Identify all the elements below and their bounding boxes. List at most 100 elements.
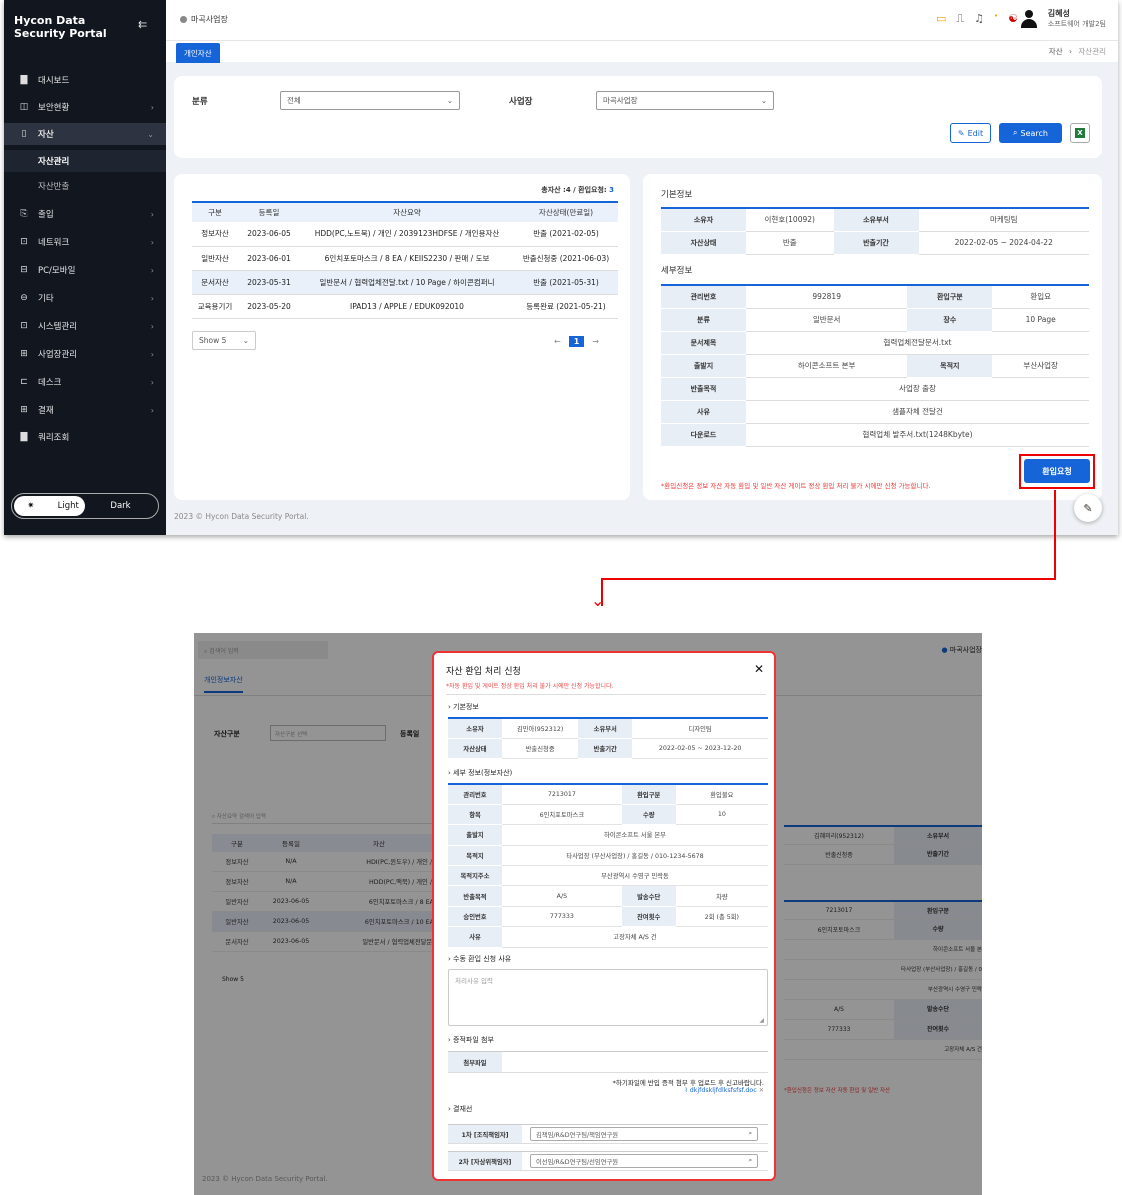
sidebar-item-label: 결재 (38, 406, 54, 416)
edit-button[interactable]: ✎ Edit (950, 123, 991, 143)
search-button[interactable]: ⌕ Search (999, 123, 1062, 143)
footer: 2023 © Hycon Data Security Portal. (174, 512, 309, 521)
sidebar-item-etc[interactable]: ⊖ 기타 › (4, 287, 166, 309)
chevron-right-icon: › (150, 321, 154, 331)
dot-icon: • (993, 12, 999, 20)
modal-basic-table: 소유자 김민아(952312) 소유부서 디자인팀 자산상태 반출신청중 반출기간 2022… (448, 717, 768, 760)
table-row[interactable]: 정보자산 2023-06-05 HDD(PC,노트북) / 개인 / 2039123… (192, 222, 618, 247)
sidebar-item-label: 네트워크 (38, 238, 70, 248)
user-profile[interactable]: 김혜성 소프트웨어 개발2팀 (1020, 8, 1106, 29)
location-dot-icon (180, 16, 187, 23)
search-icon[interactable]: ⌕ (748, 1130, 752, 1138)
sun-icon: ✷ (27, 501, 35, 511)
sidebar-item-dashboard[interactable]: ▇ 대시보드 (4, 69, 166, 91)
sidebar: Hycon Data Security Portal ⇇ ▇ 대시보드 ◫ 보안현황… (4, 0, 166, 535)
sidebar-item-label: 사업장관리 (38, 350, 78, 360)
chevron-right-icon: › (150, 209, 154, 219)
basic-info-title: 기본정보 (661, 190, 693, 200)
sidebar-sub-asset-export[interactable]: 자산반출 (4, 175, 166, 197)
file-notice: *하기파일에 반입 증적 첨부 후 업로드 후 신고바랍니다. (612, 1079, 764, 1087)
sidebar-item-label: 자산 (38, 130, 54, 140)
reason-textarea[interactable]: 처리사유 입력 ◢ (448, 969, 768, 1026)
sidebar-item-pc-mobile[interactable]: ⊟ PC/모바일 › (4, 259, 166, 281)
sidebar-item-query[interactable]: ▇ 쿼리조회 (4, 426, 166, 448)
file-drop-area[interactable] (502, 1052, 768, 1072)
next-page-icon[interactable]: → (592, 337, 599, 346)
site-indicator[interactable]: 마곡사업장 (180, 14, 228, 25)
sidebar-item-desk[interactable]: ⊏ 데스크 › (4, 371, 166, 393)
theme-toggle[interactable]: ✷ Light Dark (11, 493, 159, 519)
header-icons: ▭ ⎍ ♫ • ☯ (936, 12, 1018, 26)
approver-row-2: 2차 [자상위책임자] 이선임/R&D연구팀/선임연구원 ⌕ (448, 1151, 768, 1171)
theme-dark-option[interactable]: Dark (85, 496, 156, 516)
chevron-right-icon: › (150, 405, 154, 415)
sidebar-item-label: 보안현황 (38, 103, 70, 113)
basic-info-table: 소유자 이현호(10092) 소유부서 마케팅팀 자산상태 반출 반출기간 2022-02-… (661, 207, 1089, 255)
sidebar-item-label: 쿼리조회 (38, 433, 70, 443)
connector-line (1054, 490, 1056, 580)
modal-title: 자산 환입 처리 신청 (446, 667, 521, 677)
prev-page-icon[interactable]: ← (554, 337, 561, 346)
excel-export-button[interactable]: X (1070, 123, 1090, 143)
sidebar-item-asset[interactable]: ▯ 자산 ⌄ (4, 123, 166, 145)
section-approval-line: › 결재선 (448, 1105, 473, 1113)
page-number[interactable]: 1 (568, 336, 585, 347)
monitor-icon[interactable]: ▭ (936, 12, 946, 26)
collapse-menu-icon[interactable]: ⇇ (138, 18, 147, 31)
asset-icon: ▯ (21, 129, 27, 139)
asset-table: 구분 등록일 자산요약 자산상태(만료일) 정보자산 2023-06-05 HDD(… (192, 201, 618, 319)
connector-line (601, 578, 1056, 580)
sidebar-item-site[interactable]: ⊞ 사업장관리 › (4, 343, 166, 365)
modal-subtitle: *자동 환입 및 게이트 정상 환입 처리 불가 시에만 신청 가능합니다. (446, 683, 614, 690)
section-basic-info: › 기본정보 (448, 703, 479, 711)
sidebar-item-approval[interactable]: ⊞ 결재 › (4, 399, 166, 421)
search-icon[interactable]: ⌕ (748, 1157, 752, 1165)
desk-icon: ⊏ (20, 377, 28, 387)
sidebar-sub-asset-manage[interactable]: 자산관리 (4, 150, 166, 172)
sidebar-item-label: 대시보드 (38, 76, 70, 86)
modal-detail-table: 관리번호 7213017 환입구분 환입불요 항목 6인치포토마스크 수량 10 출발지 하이… (448, 783, 768, 948)
sidebar-item-network[interactable]: ⊡ 네트워크 › (4, 231, 166, 253)
query-icon: ▇ (20, 432, 28, 442)
download-link[interactable]: 협력업체 발주서.txt(1248Kbyte) (746, 423, 1089, 447)
sidebar-item-label: 출입 (38, 210, 54, 220)
section-detail-info: › 세부 정보(정보자산) (448, 769, 513, 777)
detail-info-title: 세부정보 (661, 266, 693, 276)
category-label: 분류 (192, 97, 208, 107)
category-select[interactable]: 전체 ⌄ (280, 91, 460, 110)
theme-light-option[interactable]: ✷ Light (14, 496, 85, 516)
table-row-selected[interactable]: 문서자산 2023-05-31 일반문서 / 협력업체전달.txt / 10 Pag… (192, 270, 618, 295)
dashboard-icon: ▇ (20, 75, 28, 85)
chevron-right-icon: › (150, 349, 154, 359)
resize-handle-icon[interactable]: ◢ (759, 1017, 764, 1024)
sidebar-item-label: 시스템관리 (38, 322, 78, 332)
breadcrumb: 자산 › 자산관리 (1048, 47, 1106, 56)
approver-1-field[interactable]: 김책임/R&D연구팀/책임연구원 ⌕ (530, 1127, 758, 1141)
approver-2-field[interactable]: 이선임/R&D연구팀/선임연구원 ⌕ (530, 1154, 758, 1168)
tab-personal-asset[interactable]: 개인자산 (176, 43, 220, 63)
asset-summary: 총자산 :4 / 환입요청: 3 (541, 186, 614, 194)
sidebar-item-access[interactable]: ⎘ 출입 › (4, 203, 166, 225)
bell-icon[interactable]: ♫ (974, 12, 984, 26)
sidebar-item-system[interactable]: ⊡ 시스템관리 › (4, 315, 166, 337)
table-header: 구분 등록일 자산요약 자산상태(만료일) (192, 201, 618, 222)
attached-file[interactable]: ⌇ dkjfdskljfdlksfsfsf.doc ✕ (685, 1087, 764, 1094)
floating-edit-button[interactable]: ✎ (1074, 494, 1102, 522)
excel-icon: X (1075, 128, 1085, 138)
sidebar-item-label: 데스크 (38, 378, 62, 388)
etc-icon: ⊖ (20, 293, 28, 303)
close-icon[interactable]: ✕ (754, 662, 764, 676)
brand-logo: Hycon Data Security Portal (14, 14, 107, 40)
korea-flag-icon[interactable]: ☯ (1008, 12, 1018, 26)
calendar-icon[interactable]: ⎍ (956, 12, 964, 26)
chevron-right-icon: › (150, 265, 154, 275)
return-request-button[interactable]: 환입요청 (1024, 459, 1090, 483)
table-row[interactable]: 일반자산 2023-06-01 6인치포토마스크 / 8 EA / KEIIS223… (192, 246, 618, 271)
page-size-select[interactable]: Show 5 ⌄ (192, 331, 256, 350)
network-icon: ⊡ (20, 237, 28, 247)
system-icon: ⊡ (20, 321, 28, 331)
sidebar-item-security[interactable]: ◫ 보안현황 › (4, 96, 166, 118)
table-row[interactable]: 교육용기기 2023-05-20 IPAD13 / APPLE / EDUK0920… (192, 294, 618, 319)
remove-file-icon[interactable]: ✕ (757, 1087, 764, 1094)
site-select[interactable]: 마곡사업장 ⌄ (596, 91, 774, 110)
